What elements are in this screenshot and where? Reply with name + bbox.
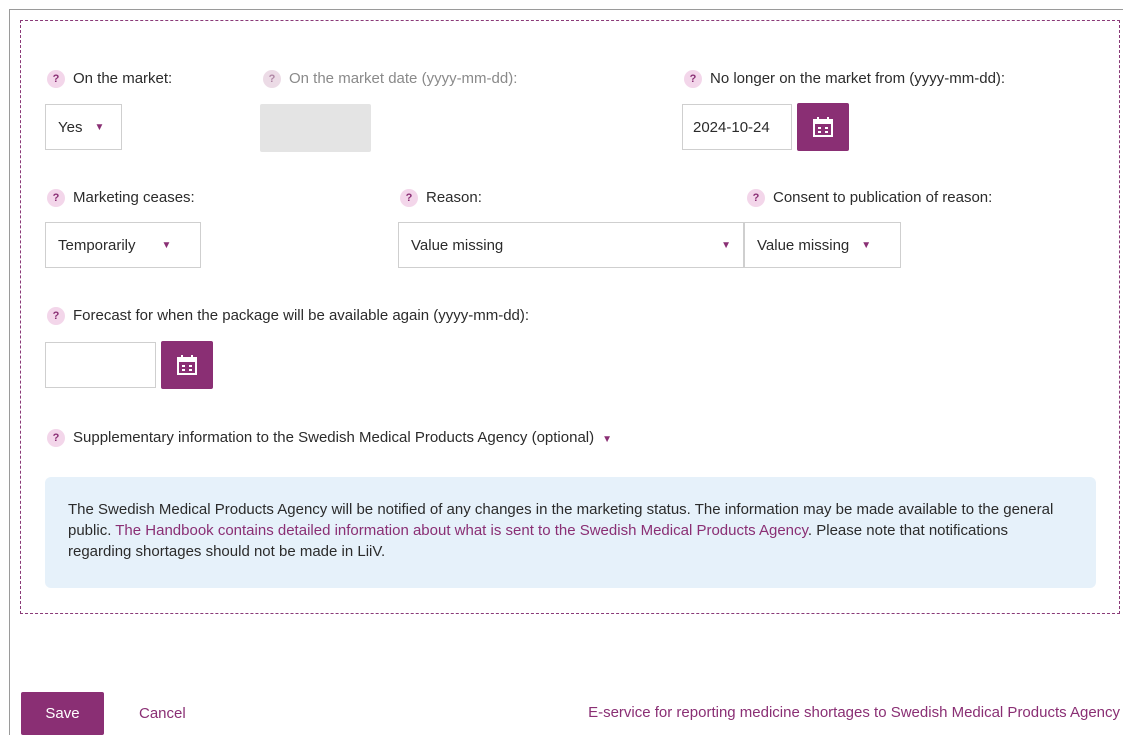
help-icon[interactable]: ?: [263, 70, 281, 89]
on-market-date-label: ? On the market date (yyyy-mm-dd):: [263, 69, 517, 89]
caret-down-icon: ▼: [721, 239, 731, 251]
forecast-label: ? Forecast for when the package will be a…: [47, 306, 529, 326]
reason-select[interactable]: Value missing ▼: [398, 222, 744, 268]
no-longer-on-market-date-input[interactable]: 2024-10-24: [682, 104, 792, 150]
calendar-button[interactable]: [161, 341, 213, 389]
on-market-select[interactable]: Yes ▼: [45, 104, 122, 150]
marketing-ceases-value: Temporarily: [58, 236, 136, 254]
help-icon[interactable]: ?: [684, 70, 702, 89]
calendar-button[interactable]: [797, 103, 849, 151]
no-longer-on-market-label: ? No longer on the market from (yyyy-mm-d…: [684, 69, 1005, 89]
supplementary-toggle[interactable]: ? Supplementary information to the Swedis…: [47, 428, 612, 450]
date-value: 2024-10-24: [693, 118, 770, 136]
on-market-date-input: [260, 104, 371, 152]
consent-label: ? Consent to publication of reason:: [747, 188, 992, 208]
consent-select[interactable]: Value missing ▼: [744, 222, 901, 268]
eservice-shortage-link[interactable]: E-service for reporting medicine shortag…: [588, 704, 1120, 721]
help-icon[interactable]: ?: [47, 70, 65, 89]
handbook-link[interactable]: The Handbook contains detailed informati…: [115, 522, 808, 539]
caret-down-icon: ▼: [602, 434, 613, 445]
caret-down-icon: ▼: [94, 121, 105, 133]
window-left-border: [9, 9, 10, 735]
help-icon[interactable]: ?: [400, 189, 418, 208]
save-button[interactable]: Save: [21, 692, 104, 735]
help-icon[interactable]: ?: [47, 429, 65, 448]
on-market-label: ? On the market:: [47, 69, 172, 89]
reason-label: ? Reason:: [400, 188, 482, 208]
on-market-value: Yes: [58, 118, 83, 136]
marketing-ceases-select[interactable]: Temporarily ▼: [45, 222, 201, 268]
help-icon[interactable]: ?: [47, 307, 65, 326]
calendar-icon: [813, 117, 833, 137]
info-notice: The Swedish Medical Products Agency will…: [45, 477, 1096, 588]
cancel-link[interactable]: Cancel: [139, 705, 186, 722]
window-top-border: [9, 9, 1123, 10]
help-icon[interactable]: ?: [747, 189, 765, 208]
marketing-ceases-label: ? Marketing ceases:: [47, 188, 195, 208]
forecast-date-input[interactable]: [45, 342, 156, 388]
consent-value: Value missing: [757, 236, 850, 254]
help-icon[interactable]: ?: [47, 189, 65, 208]
reason-value: Value missing: [411, 236, 504, 254]
caret-down-icon: ▼: [161, 239, 172, 251]
calendar-icon: [177, 355, 197, 375]
caret-down-icon: ▼: [861, 239, 872, 251]
